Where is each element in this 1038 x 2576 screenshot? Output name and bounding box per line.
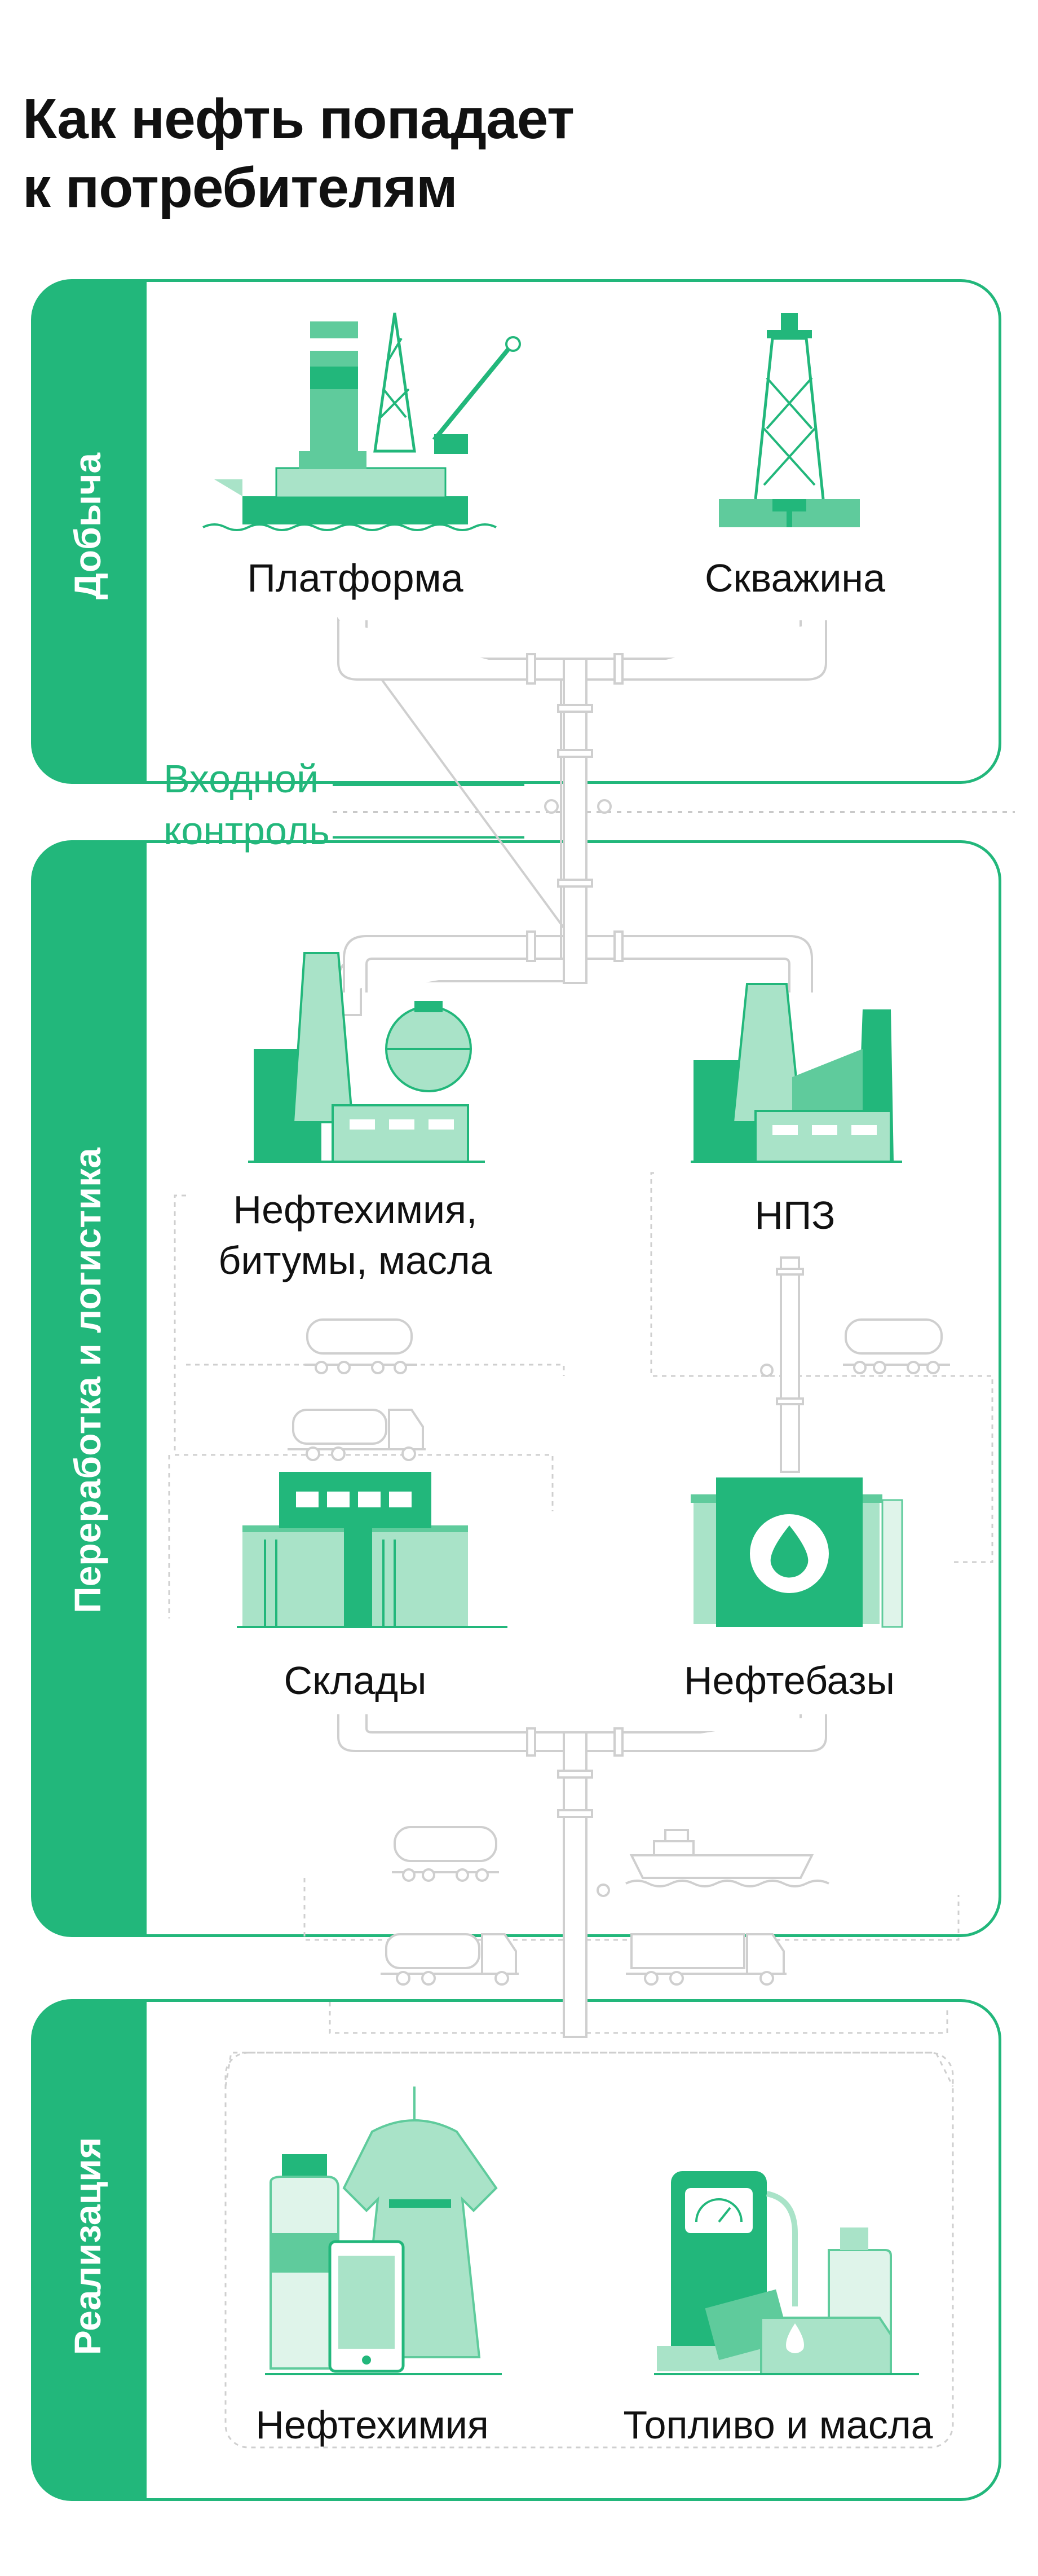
platform-illustration bbox=[202, 312, 521, 531]
main-pipeline bbox=[337, 616, 827, 1016]
control-label: Входной контроль bbox=[164, 753, 330, 857]
label-fuel-oils: Топливо и масла bbox=[623, 2403, 933, 2447]
vehicles-upper bbox=[288, 1318, 950, 1461]
control-label-line-2: контроль bbox=[164, 809, 330, 853]
oil-depot-illustration bbox=[691, 1477, 903, 1628]
label-platform: Платформа bbox=[247, 556, 463, 600]
control-label-line-1: Входной bbox=[164, 757, 319, 801]
flow-illustration bbox=[168, 312, 1015, 2449]
vehicles-lower bbox=[381, 1826, 829, 1986]
label-petrochem-bitumen-oils: Нефтехимия, битумы, масла bbox=[186, 1184, 524, 1286]
label-refinery: НПЗ bbox=[754, 1193, 836, 1237]
well-illustration bbox=[719, 313, 860, 527]
label-petrochemistry: Нефтехимия bbox=[255, 2403, 489, 2447]
refinery-illustration bbox=[691, 983, 902, 1163]
label-petrochem-line-1: Нефтехимия, bbox=[233, 1188, 478, 1232]
label-warehouses: Склады bbox=[284, 1658, 427, 1702]
refinery-pipe bbox=[760, 1256, 804, 1473]
label-oil-depots: Нефтебазы bbox=[684, 1658, 895, 1702]
warehouse-illustration bbox=[237, 1472, 507, 1628]
fuel-oils-illustration bbox=[654, 2171, 919, 2375]
label-well: Скважина bbox=[704, 556, 886, 600]
control-lines bbox=[333, 784, 1015, 839]
petrochem-products-illustration bbox=[265, 2087, 502, 2375]
label-petrochem-line-2: битумы, масла bbox=[218, 1238, 492, 1282]
